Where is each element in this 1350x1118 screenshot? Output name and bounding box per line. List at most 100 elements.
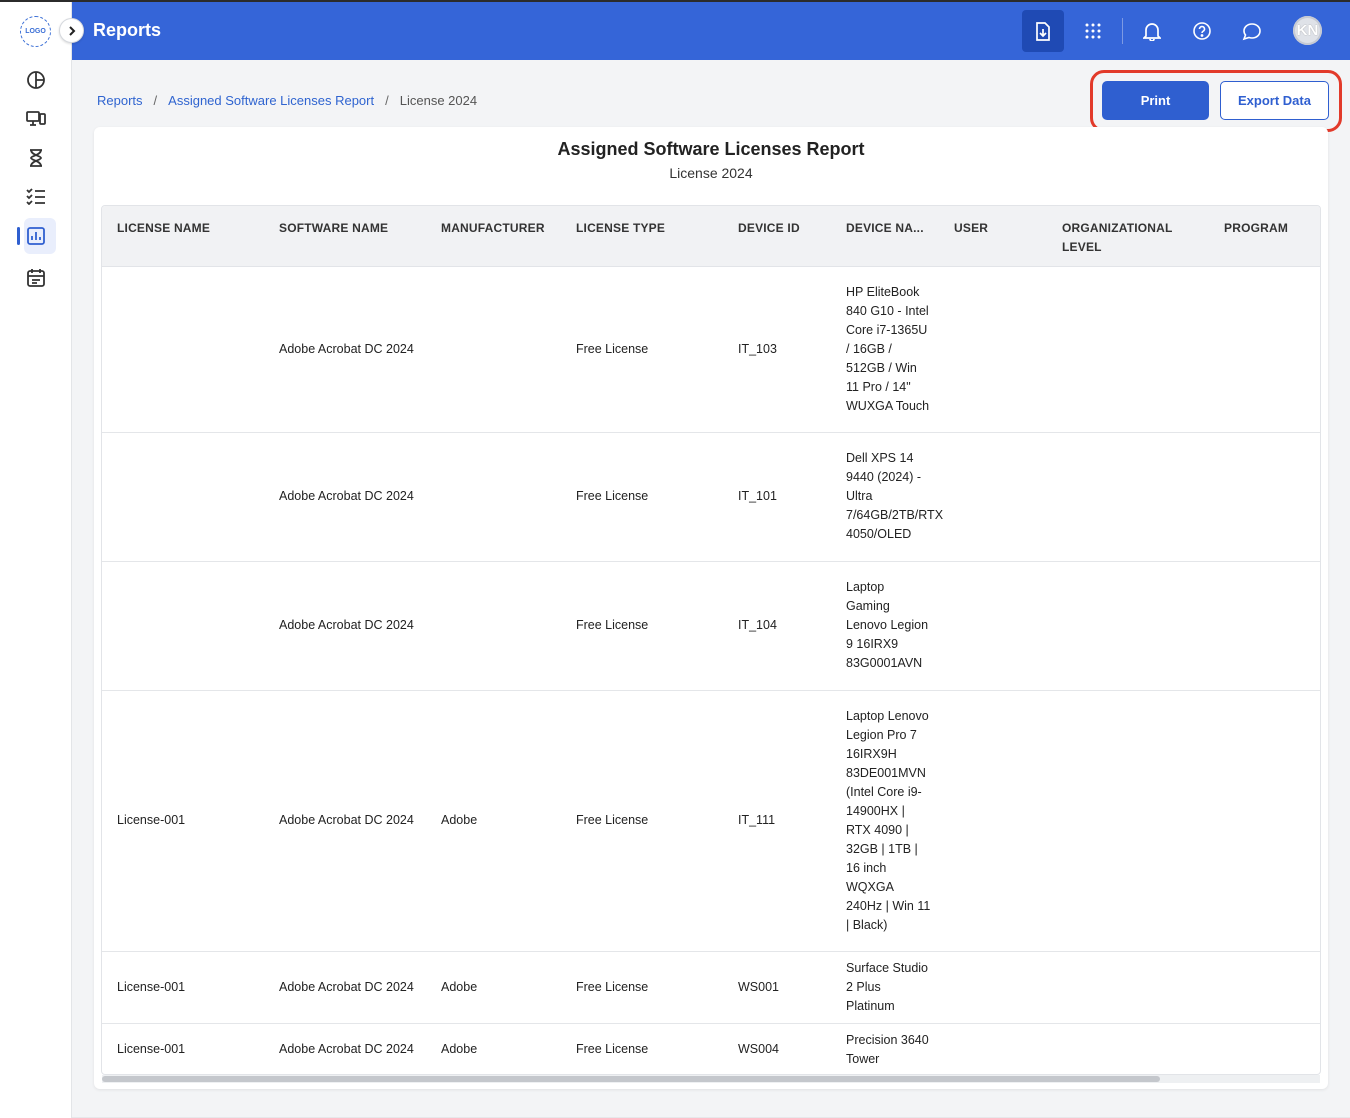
column-header-program[interactable]: PROGRAM [1209,206,1320,267]
cell-device-name: Dell XPS 14 9440 (2024) - Ultra 7/64GB/2… [831,432,943,562]
cell-device-id: WS001 [723,951,831,1024]
breadcrumb: Reports / Assigned Software Licenses Rep… [97,93,477,108]
cell-program [1209,1023,1320,1074]
cell-program [1209,690,1320,952]
cell-software-name: Adobe Acrobat DC 2024 [264,951,426,1024]
cell-software-name: Adobe Acrobat DC 2024 [264,690,426,952]
sidebar: LOGO [0,2,72,1118]
cell-device-id: IT_111 [723,690,831,952]
cell-manufacturer [426,432,561,562]
cell-user [939,951,1047,1024]
sidebar-item-pending[interactable] [0,140,72,176]
page-header-title: Reports [93,20,162,40]
cell-user [939,432,1047,562]
table-row[interactable]: Adobe Acrobat DC 2024 Free License IT_10… [102,432,1320,562]
report-title: Assigned Software Licenses Report [557,139,865,159]
cell-license-name [102,266,264,433]
print-button[interactable]: Print [1102,81,1209,120]
cell-device-id: IT_103 [723,266,831,433]
cell-manufacturer: Adobe [426,951,561,1024]
app-logo[interactable]: LOGO [20,16,51,47]
horizontal-scrollbar[interactable] [102,1075,1320,1083]
cell-org-level [1047,951,1209,1024]
report-subtitle: License 2024 [669,165,753,181]
cell-software-name: Adobe Acrobat DC 2024 [264,561,426,691]
chevron-right-icon [68,25,75,36]
cell-license-type: Free License [561,266,723,433]
chat-icon [1242,22,1261,40]
notifications-button[interactable] [1131,10,1173,52]
apps-button[interactable] [1072,10,1114,52]
scrollbar-thumb[interactable] [102,1076,1160,1082]
apps-grid-icon [1085,23,1101,39]
report-card: Assigned Software Licenses Report Licens… [94,127,1328,1089]
column-header-device-id[interactable]: DEVICE ID [723,206,831,267]
cell-license-name [102,561,264,691]
cell-user [939,1023,1047,1074]
cell-device-name: Laptop Lenovo Legion Pro 7 16IRX9H 83DE0… [831,690,939,952]
cell-org-level [1047,561,1209,691]
top-header: Reports KN [72,2,1350,60]
column-header-user[interactable]: USER [939,206,1047,267]
hourglass-icon [30,149,42,167]
active-indicator [17,227,20,245]
reports-icon [27,227,45,245]
cell-license-name: License-001 [102,1023,264,1074]
user-avatar[interactable]: KN [1293,16,1322,45]
download-button[interactable] [1022,10,1064,52]
help-button[interactable] [1181,10,1223,52]
column-header-device-name[interactable]: DEVICE NA... [831,206,939,267]
cell-user [939,690,1047,952]
cell-software-name: Adobe Acrobat DC 2024 [264,432,426,562]
report-table-container[interactable]: LICENSE NAME SOFTWARE NAME MANUFACTURER … [101,205,1321,1075]
pie-chart-icon [27,71,45,89]
column-header-manufacturer[interactable]: MANUFACTURER [426,206,561,267]
cell-device-id: IT_104 [723,561,831,691]
sidebar-item-reports[interactable] [0,218,72,254]
cell-device-name: HP EliteBook 840 G10 - Intel Core i7-136… [831,266,939,433]
table-row[interactable]: License-001 Adobe Acrobat DC 2024 Adobe … [102,951,1320,1024]
cell-device-id: IT_101 [723,432,831,562]
sidebar-item-schedule[interactable] [0,259,72,295]
breadcrumb-current: License 2024 [399,93,478,108]
breadcrumb-reports-link[interactable]: Reports [97,93,143,108]
table-row[interactable]: Adobe Acrobat DC 2024 Free License IT_10… [102,266,1320,433]
cell-org-level [1047,690,1209,952]
cell-user [939,561,1047,691]
calendar-icon [27,268,45,287]
cell-manufacturer [426,266,561,433]
cell-org-level [1047,1023,1209,1074]
column-header-software-name[interactable]: SOFTWARE NAME [264,206,426,267]
export-data-button[interactable]: Export Data [1220,81,1329,120]
column-header-license-type[interactable]: LICENSE TYPE [561,206,723,267]
cell-manufacturer [426,561,561,691]
table-row[interactable]: License-001 Adobe Acrobat DC 2024 Adobe … [102,1023,1320,1074]
cell-program [1209,432,1320,562]
cell-license-name [102,432,264,562]
cell-org-level [1047,432,1209,562]
expand-sidebar-button[interactable] [59,18,84,43]
cell-license-type: Free License [561,1023,723,1074]
bell-icon [1143,22,1161,41]
chat-button[interactable] [1231,10,1273,52]
breadcrumb-report-link[interactable]: Assigned Software Licenses Report [168,93,374,108]
table-row[interactable]: Adobe Acrobat DC 2024 Free License IT_10… [102,561,1320,691]
column-header-organizational-level[interactable]: ORGANIZATIONAL LEVEL [1047,206,1209,267]
cell-program [1209,561,1320,691]
cell-program [1209,951,1320,1024]
cell-license-type: Free License [561,951,723,1024]
cell-license-type: Free License [561,561,723,691]
table-header-row: LICENSE NAME SOFTWARE NAME MANUFACTURER … [102,206,1320,267]
report-table: LICENSE NAME SOFTWARE NAME MANUFACTURER … [102,206,1320,1074]
column-header-license-name[interactable]: LICENSE NAME [102,206,264,267]
cell-manufacturer: Adobe [426,690,561,952]
sidebar-item-dashboard[interactable] [0,62,72,98]
table-row[interactable]: License-001 Adobe Acrobat DC 2024 Adobe … [102,690,1320,952]
cell-license-name: License-001 [102,690,264,952]
cell-license-type: Free License [561,690,723,952]
cell-program [1209,266,1320,433]
window-top-edge [0,0,1350,2]
sidebar-item-devices[interactable] [0,101,72,137]
sidebar-item-tasks[interactable] [0,178,72,214]
download-file-icon [1036,21,1050,41]
